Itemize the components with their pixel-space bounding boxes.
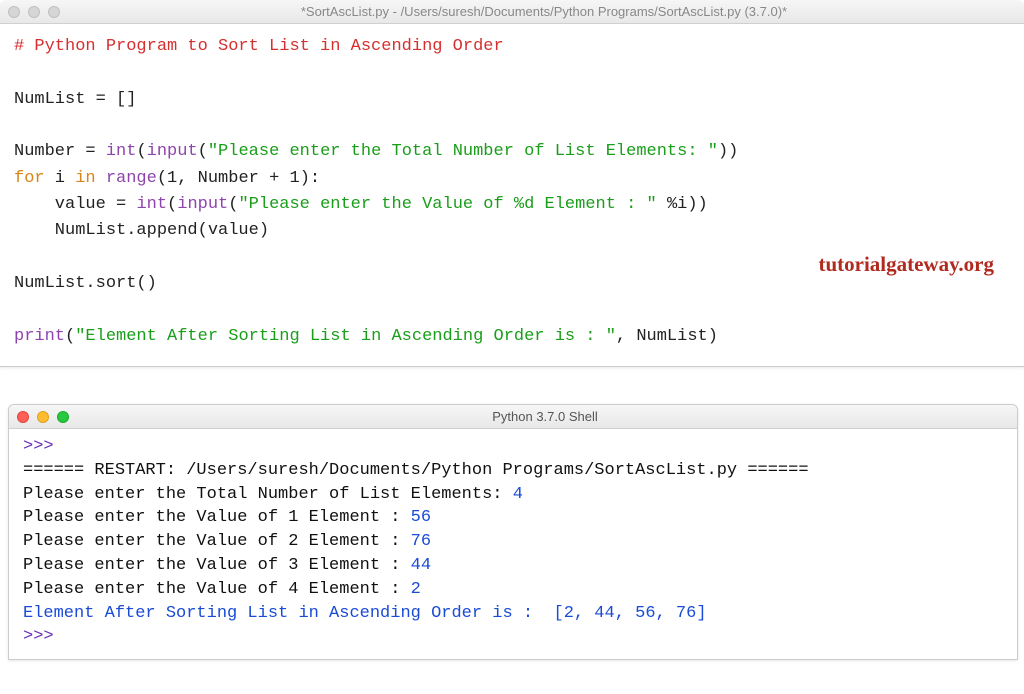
- code-token: (: [198, 142, 208, 161]
- shell-result-value: [2, 44, 56, 76]: [554, 604, 707, 623]
- shell-line: Please enter the Total Number of List El…: [23, 485, 513, 504]
- shell-titlebar: Python 3.7.0 Shell: [9, 405, 1017, 429]
- code-token: =: [85, 142, 95, 161]
- shell-line: Please enter the Value of 3 Element :: [23, 556, 411, 575]
- code-token: i: [45, 169, 76, 188]
- code-token: )): [718, 142, 738, 161]
- shell-title: Python 3.7.0 Shell: [81, 409, 1009, 424]
- zoom-icon[interactable]: [57, 411, 69, 423]
- code-token: [96, 169, 106, 188]
- code-token: "Element After Sorting List in Ascending…: [75, 327, 616, 346]
- code-token: i)): [677, 195, 708, 214]
- code-token: [657, 195, 667, 214]
- code-token: 1: [289, 169, 299, 188]
- code-token: NumList.append(value): [14, 221, 269, 240]
- watermark: tutorialgateway.org: [818, 252, 994, 277]
- minimize-icon[interactable]: [37, 411, 49, 423]
- code-token: =: [116, 195, 126, 214]
- shell-input: 4: [513, 485, 523, 504]
- code-token: NumList.sort(): [14, 274, 157, 293]
- shell-input: 76: [411, 532, 431, 551]
- minimize-icon[interactable]: [28, 6, 40, 18]
- shell-prompt: >>>: [23, 437, 54, 456]
- code-token: [96, 142, 106, 161]
- close-icon[interactable]: [8, 6, 20, 18]
- code-token: []: [106, 90, 137, 109]
- editor-titlebar: *SortAscList.py - /Users/suresh/Document…: [0, 0, 1024, 24]
- code-token: =: [96, 90, 106, 109]
- shell-restart: ====== RESTART: /Users/suresh/Documents/…: [23, 461, 809, 480]
- shell-traffic-lights: [17, 411, 69, 423]
- code-token: (: [167, 195, 177, 214]
- code-token: [279, 169, 289, 188]
- shell-line: Please enter the Value of 4 Element :: [23, 580, 411, 599]
- editor-title: *SortAscList.py - /Users/suresh/Document…: [72, 4, 1016, 19]
- code-token: input: [177, 195, 228, 214]
- code-token: (: [136, 142, 146, 161]
- code-token: input: [147, 142, 198, 161]
- shell-window: Python 3.7.0 Shell >>> ====== RESTART: /…: [8, 404, 1018, 660]
- code-comment: # Python Program to Sort List in Ascendi…: [14, 37, 504, 56]
- code-token: int: [106, 142, 137, 161]
- code-token: range: [106, 169, 157, 188]
- code-token: (: [157, 169, 167, 188]
- code-token: in: [75, 169, 95, 188]
- shell-output[interactable]: >>> ====== RESTART: /Users/suresh/Docume…: [9, 429, 1017, 659]
- shell-input: 2: [411, 580, 421, 599]
- editor-window: *SortAscList.py - /Users/suresh/Document…: [0, 0, 1024, 367]
- code-token: , NumList): [616, 327, 718, 346]
- code-token: , Number: [177, 169, 269, 188]
- code-token: "Please enter the Value of %d Element : …: [238, 195, 656, 214]
- shell-input: 44: [411, 556, 431, 575]
- close-icon[interactable]: [17, 411, 29, 423]
- shell-prompt: >>>: [23, 627, 54, 646]
- editor-traffic-lights: [8, 6, 60, 18]
- shell-input: 56: [411, 508, 431, 527]
- code-token: NumList: [14, 90, 96, 109]
- code-token: "Please enter the Total Number of List E…: [208, 142, 718, 161]
- zoom-icon[interactable]: [48, 6, 60, 18]
- code-editor[interactable]: # Python Program to Sort List in Ascendi…: [0, 24, 1024, 366]
- code-token: +: [269, 169, 279, 188]
- code-token: int: [136, 195, 167, 214]
- code-token: (: [65, 327, 75, 346]
- shell-line: Please enter the Value of 1 Element :: [23, 508, 411, 527]
- code-token: 1: [167, 169, 177, 188]
- code-token: for: [14, 169, 45, 188]
- shell-line: Please enter the Value of 2 Element :: [23, 532, 411, 551]
- code-token: ):: [300, 169, 320, 188]
- code-token: %: [667, 195, 677, 214]
- code-token: value: [14, 195, 116, 214]
- shell-result-label: Element After Sorting List in Ascending …: [23, 604, 554, 623]
- code-token: (: [228, 195, 238, 214]
- code-token: [126, 195, 136, 214]
- code-token: print: [14, 327, 65, 346]
- code-token: Number: [14, 142, 85, 161]
